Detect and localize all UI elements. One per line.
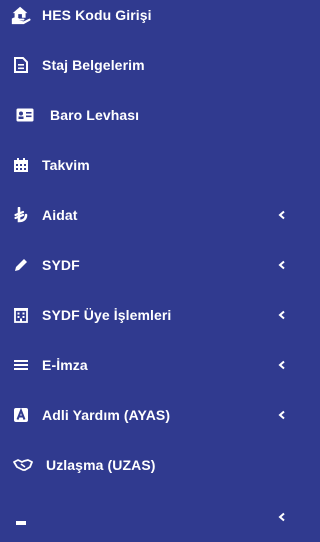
sidebar-item-label: Adli Yardım (AYAS)	[42, 407, 171, 423]
sidebar-item-label: Aidat	[42, 207, 78, 223]
sidebar-menu: HES Kodu Girişi Staj Belgelerim Baro Lev…	[0, 0, 316, 525]
document-icon	[10, 54, 32, 76]
calendar-icon	[10, 154, 32, 176]
building-icon	[10, 304, 32, 326]
sidebar-item-label: Baro Levhası	[50, 107, 140, 123]
sidebar-item-label: Staj Belgelerim	[42, 57, 145, 73]
sidebar-item-baro-levhasi[interactable]: Baro Levhası	[0, 90, 316, 140]
chevron-left-icon	[276, 259, 288, 271]
sidebar-item-sydf[interactable]: SYDF	[0, 240, 316, 290]
sidebar-item-adli-yardim[interactable]: Adli Yardım (AYAS)	[0, 390, 316, 440]
chevron-left-icon	[276, 209, 288, 221]
sidebar-item-uzlasma[interactable]: Uzlaşma (UZAS)	[0, 440, 316, 490]
sidebar-item-label: SYDF	[42, 257, 80, 273]
sidebar-item-label: E-İmza	[42, 357, 88, 373]
pencil-icon	[10, 254, 32, 276]
sidebar-item-label: SYDF Üye İşlemleri	[42, 307, 172, 323]
sidebar-item-sydf-uye-islemleri[interactable]: SYDF Üye İşlemleri	[0, 290, 316, 340]
sidebar-item-hes-kodu-girisi[interactable]: HES Kodu Girişi	[0, 0, 316, 40]
letter-a-square-icon	[10, 404, 32, 426]
id-card-icon	[14, 104, 36, 126]
sidebar-item-label: Takvim	[42, 157, 90, 173]
chevron-left-icon	[276, 511, 288, 523]
handshake-icon	[12, 454, 34, 476]
sidebar-item-label: Uzlaşma (UZAS)	[46, 457, 156, 473]
sidebar-item-takvim[interactable]: Takvim	[0, 140, 316, 190]
partial-item-icon	[10, 506, 32, 528]
sidebar-item-staj-belgelerim[interactable]: Staj Belgelerim	[0, 40, 316, 90]
chevron-left-icon	[276, 309, 288, 321]
chevron-left-icon	[276, 359, 288, 371]
sidebar-item-e-imza[interactable]: E-İmza	[0, 340, 316, 390]
sidebar-item-partial[interactable]	[0, 492, 316, 542]
lira-icon	[10, 204, 32, 226]
bars-icon	[10, 354, 32, 376]
sidebar-item-aidat[interactable]: Aidat	[0, 190, 316, 240]
sidebar-item-label: HES Kodu Girişi	[42, 7, 152, 23]
hes-hand-house-icon	[10, 4, 32, 26]
chevron-left-icon	[276, 409, 288, 421]
